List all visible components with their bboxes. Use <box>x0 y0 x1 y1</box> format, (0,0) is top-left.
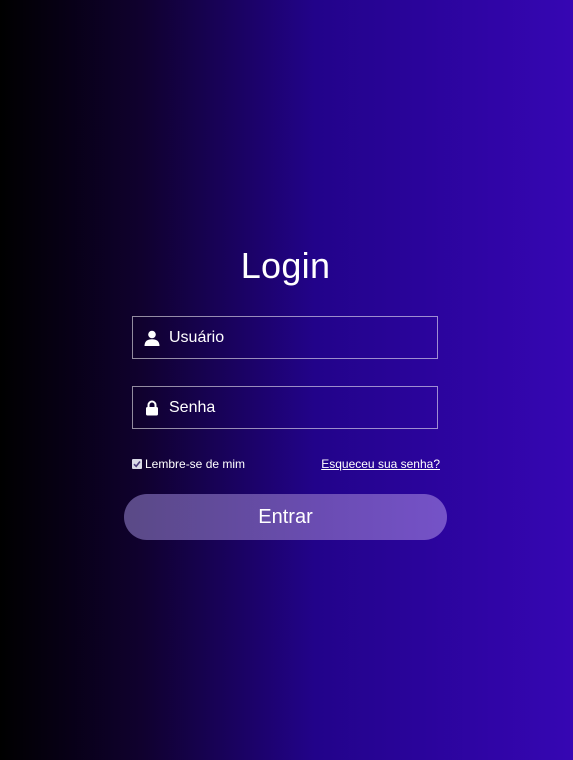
remember-me-label: Lembre-se de mim <box>145 457 246 471</box>
remember-me[interactable]: Lembre-se de mim <box>132 457 245 471</box>
username-field[interactable] <box>132 316 438 359</box>
remember-me-checkbox[interactable] <box>132 459 142 469</box>
login-form: Login Lembre-se de mim Es <box>124 240 447 540</box>
forgot-password-link[interactable]: Esqueceu sua senha? <box>321 457 440 471</box>
username-input[interactable] <box>169 328 429 347</box>
login-options: Lembre-se de mim Esqueceu sua senha? <box>132 456 440 472</box>
password-field[interactable] <box>132 386 438 429</box>
login-button[interactable]: Entrar <box>124 494 447 540</box>
lock-icon <box>144 400 160 416</box>
page-title: Login <box>240 245 331 286</box>
password-input[interactable] <box>169 398 429 417</box>
checkmark-icon <box>133 461 141 468</box>
user-icon <box>144 330 160 346</box>
